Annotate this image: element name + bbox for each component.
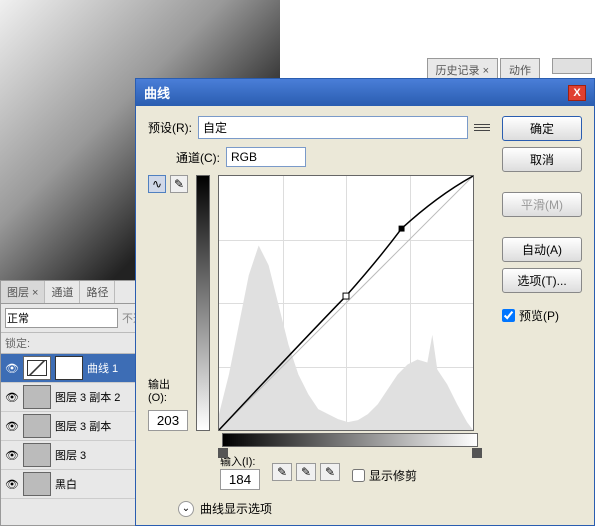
curve-line (219, 176, 473, 430)
close-button[interactable]: X (568, 85, 586, 101)
white-eyedropper-icon[interactable]: ✎ (320, 463, 340, 481)
layer-mask-icon[interactable] (55, 356, 83, 380)
visibility-icon[interactable]: 👁 (5, 390, 19, 404)
lock-label: 锁定: (5, 335, 30, 351)
layer-thumb-icon[interactable] (23, 472, 51, 496)
layer-thumb-icon[interactable] (23, 356, 51, 380)
black-point-slider[interactable] (218, 448, 228, 458)
show-clipping-input[interactable] (352, 469, 365, 482)
output-label: 输出(O): (148, 376, 188, 404)
curves-dialog: 曲线 X 预设(R): 自定 通道(C): RGB ∿ ✎ 输出( (135, 78, 595, 526)
preview-checkbox[interactable]: 预览(P) (502, 307, 582, 324)
auto-button[interactable]: 自动(A) (502, 237, 582, 262)
show-clipping-label: 显示修剪 (369, 467, 417, 484)
preset-label: 预设(R): (148, 119, 192, 136)
panel-minimize-icon[interactable] (552, 58, 592, 74)
dialog-title: 曲线 (144, 83, 170, 102)
tab-channels[interactable]: 通道 (45, 281, 80, 303)
smooth-button: 平滑(M) (502, 192, 582, 217)
visibility-icon[interactable]: 👁 (5, 477, 19, 491)
preset-menu-icon[interactable] (474, 121, 490, 135)
layer-thumb-icon[interactable] (23, 443, 51, 467)
white-point-slider[interactable] (472, 448, 482, 458)
input-field[interactable] (220, 469, 260, 490)
black-eyedropper-icon[interactable]: ✎ (272, 463, 292, 481)
channel-label: 通道(C): (176, 149, 220, 166)
preset-select[interactable]: 自定 (198, 116, 468, 139)
preview-input[interactable] (502, 309, 515, 322)
pencil-tool-icon[interactable]: ✎ (170, 175, 188, 193)
layer-thumb-icon[interactable] (23, 414, 51, 438)
curve-tool-icon[interactable]: ∿ (148, 175, 166, 193)
blend-mode-select[interactable]: 正常 (5, 308, 118, 328)
expand-options-button[interactable]: ⌄ (178, 501, 194, 517)
dialog-titlebar[interactable]: 曲线 X (136, 79, 594, 106)
show-clipping-checkbox[interactable]: 显示修剪 (352, 467, 417, 484)
ok-button[interactable]: 确定 (502, 116, 582, 141)
options-button[interactable]: 选项(T)... (502, 268, 582, 293)
output-field[interactable] (148, 410, 188, 431)
visibility-icon[interactable]: 👁 (5, 419, 19, 433)
expand-options-label: 曲线显示选项 (200, 500, 272, 517)
visibility-icon[interactable]: 👁 (5, 448, 19, 462)
curve-graph[interactable] (218, 175, 474, 431)
x-gradient-bar[interactable] (222, 433, 478, 447)
channel-select[interactable]: RGB (226, 147, 306, 167)
preview-label: 预览(P) (519, 307, 559, 324)
cancel-button[interactable]: 取消 (502, 147, 582, 172)
gray-eyedropper-icon[interactable]: ✎ (296, 463, 316, 481)
layer-thumb-icon[interactable] (23, 385, 51, 409)
tab-layers[interactable]: 图层 × (1, 281, 45, 303)
y-gradient-bar (196, 175, 210, 431)
visibility-icon[interactable]: 👁 (5, 361, 19, 375)
tab-paths[interactable]: 路径 (80, 281, 115, 303)
